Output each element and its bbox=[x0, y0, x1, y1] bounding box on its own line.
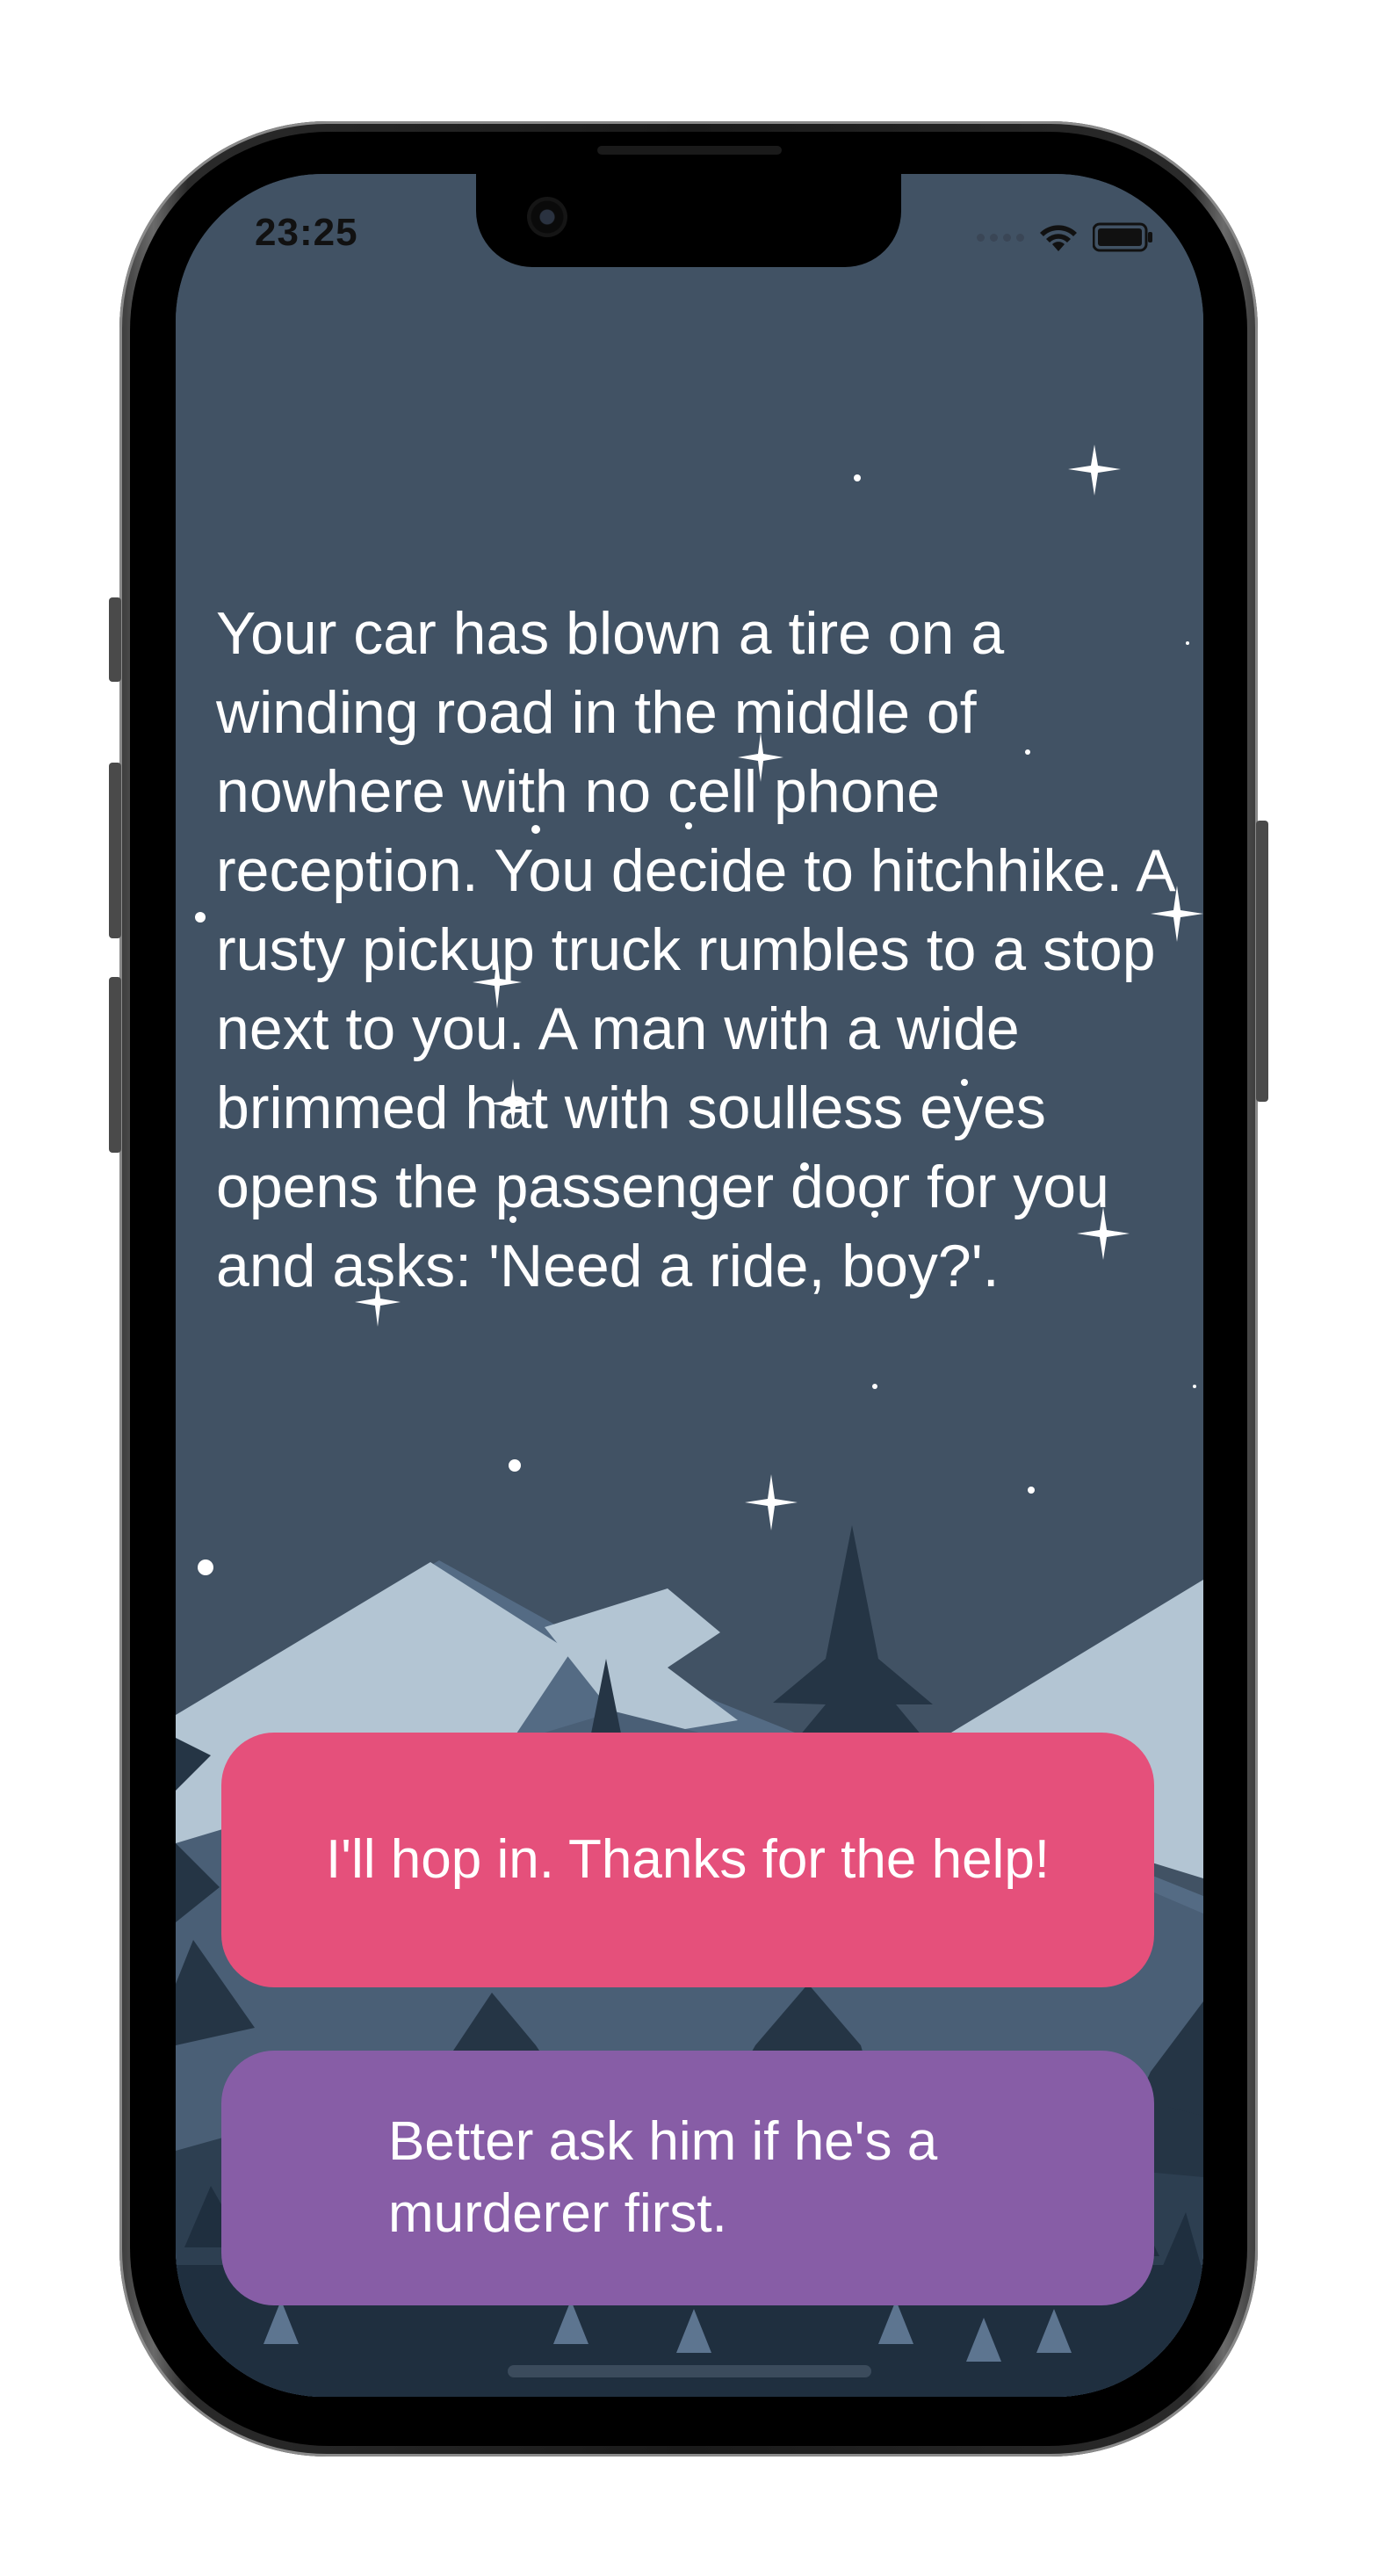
volume-down-button bbox=[109, 977, 121, 1153]
app-screen: 23:25 Your car has blown a tire on a win… bbox=[176, 174, 1203, 2397]
front-camera bbox=[527, 197, 567, 237]
choice-button-ask-murderer[interactable]: Better ask him if he's a murderer first. bbox=[221, 2051, 1154, 2305]
star-dot bbox=[1028, 1487, 1035, 1494]
star-dot bbox=[509, 1459, 521, 1472]
battery-icon bbox=[1093, 222, 1152, 252]
choice-label: Better ask him if he's a murderer first. bbox=[388, 2111, 938, 2244]
choice-button-hop-in[interactable]: I'll hop in. Thanks for the help! bbox=[221, 1733, 1154, 1987]
star-dot bbox=[1193, 1385, 1196, 1388]
choice-label: I'll hop in. Thanks for the help! bbox=[325, 1829, 1050, 1890]
mute-switch bbox=[109, 597, 121, 682]
star-dot bbox=[1186, 641, 1189, 645]
star-dot bbox=[854, 474, 861, 481]
volume-up-button bbox=[109, 763, 121, 938]
star-dot bbox=[195, 912, 206, 923]
story-text: Your car has blown a tire on a winding r… bbox=[216, 600, 1173, 1299]
power-button bbox=[1256, 821, 1268, 1102]
cellular-signal-icon bbox=[977, 233, 1024, 242]
wifi-icon bbox=[1040, 225, 1077, 251]
home-indicator[interactable] bbox=[508, 2365, 871, 2377]
earpiece-speaker bbox=[597, 146, 782, 155]
star-dot bbox=[198, 1559, 213, 1575]
status-bar-time: 23:25 bbox=[255, 211, 358, 254]
status-bar-indicators bbox=[977, 220, 1154, 255]
star-dot bbox=[872, 1384, 877, 1389]
